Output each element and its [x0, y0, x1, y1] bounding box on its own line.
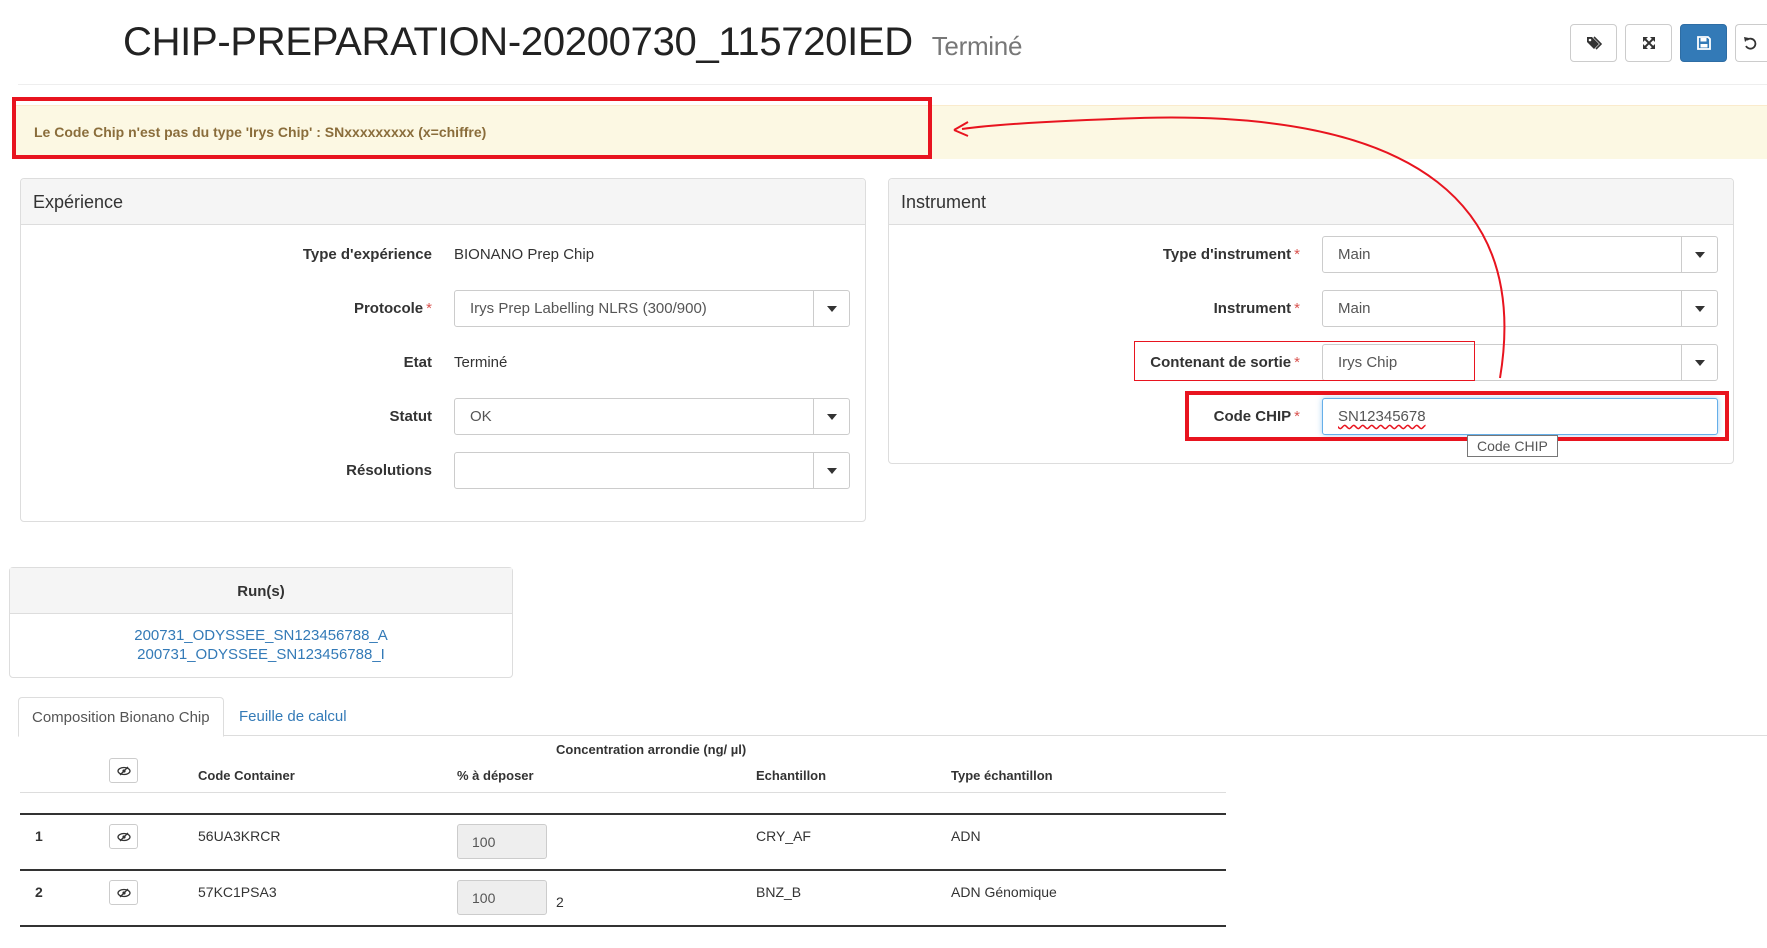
- col-header-code-container: Code Container: [198, 768, 295, 783]
- row-code-container: 57KC1PSA3: [198, 884, 277, 900]
- chip-code-tooltip: Code CHIP: [1467, 435, 1558, 457]
- state-value: Terminé: [454, 354, 508, 371]
- experience-type-value: BIONANO Prep Chip: [454, 246, 595, 263]
- row-index: 1: [35, 828, 43, 844]
- instrument-type-dropdown-toggle[interactable]: [1681, 237, 1717, 272]
- chevron-down-icon: [1694, 359, 1705, 366]
- chevron-down-icon: [1694, 251, 1705, 258]
- experience-panel-heading: Expérience: [21, 179, 865, 225]
- row-percent-input[interactable]: 100: [457, 824, 547, 859]
- row-sample: BNZ_B: [756, 884, 802, 900]
- instrument-select[interactable]: Main: [1322, 290, 1718, 327]
- row-percent-value: 100: [472, 890, 496, 906]
- toggle-visibility-button[interactable]: [109, 758, 138, 783]
- toolbar: [1570, 24, 1767, 62]
- undo-button[interactable]: [1735, 24, 1767, 62]
- save-icon: [1696, 36, 1711, 50]
- experience-type-label: Type d'expérience: [302, 246, 432, 263]
- resolutions-select[interactable]: [454, 452, 850, 489]
- tab-bar: Composition Bionano Chip Feuille de calc…: [18, 697, 1767, 737]
- chip-code-highlight-box: [1185, 391, 1729, 441]
- status-select-value: OK: [470, 408, 492, 425]
- page-title-text: CHIP-PREPARATION-20200730_115720IED: [123, 20, 913, 64]
- runs-panel: Run(s) 200731_ODYSSEE_SN123456788_A 2007…: [9, 567, 513, 678]
- row-percent-value: 100: [472, 834, 496, 850]
- row-sample-type: ADN Génomique: [951, 884, 1057, 900]
- resolutions-dropdown-toggle[interactable]: [813, 453, 849, 488]
- row-sample-type: ADN: [951, 828, 981, 844]
- chevron-down-icon: [826, 305, 837, 312]
- col-header-percent: % à déposer: [457, 768, 534, 783]
- instrument-type-value: Main: [1338, 246, 1371, 263]
- instrument-type-select[interactable]: Main: [1322, 236, 1718, 273]
- row-visibility-button[interactable]: [109, 824, 138, 849]
- state-label: Etat: [403, 354, 432, 371]
- row-visibility-button[interactable]: [109, 880, 138, 905]
- run-link-i[interactable]: 200731_ODYSSEE_SN123456788_I: [10, 645, 512, 664]
- col-header-sample-type: Type échantillon: [951, 768, 1053, 783]
- chevron-down-icon: [826, 467, 837, 474]
- table-row-divider: [20, 925, 1226, 927]
- save-button[interactable]: [1680, 24, 1727, 62]
- row-concentration: 2: [556, 894, 564, 910]
- output-container-highlight-box: [1134, 341, 1475, 381]
- table-header-rule: [20, 792, 1226, 793]
- col-header-concentration: Concentration arrondie (ng/ µl): [556, 742, 747, 757]
- instrument-panel-heading: Instrument: [889, 179, 1733, 225]
- table-row-divider: [20, 813, 1226, 815]
- fullscreen-button[interactable]: [1625, 24, 1672, 62]
- tab-calculation-sheet[interactable]: Feuille de calcul: [226, 697, 360, 737]
- resolutions-label: Résolutions: [346, 462, 432, 479]
- instrument-value: Main: [1338, 300, 1371, 317]
- page-state-label: Terminé: [931, 31, 1023, 61]
- undo-icon: [1744, 37, 1757, 50]
- tags-icon: [1586, 36, 1602, 50]
- row-code-container: 56UA3KRCR: [198, 828, 281, 844]
- row-index: 2: [35, 884, 43, 900]
- protocol-select[interactable]: Irys Prep Labelling NLRS (300/900): [454, 290, 850, 327]
- protocol-dropdown-toggle[interactable]: [813, 291, 849, 326]
- row-percent-input[interactable]: 100: [457, 880, 547, 915]
- col-header-sample: Echantillon: [756, 768, 827, 783]
- chevron-down-icon: [826, 413, 837, 420]
- table-row-divider: [20, 869, 1226, 871]
- alert-highlight-box: [12, 97, 932, 159]
- output-container-dropdown-toggle[interactable]: [1681, 345, 1717, 380]
- tags-button[interactable]: [1570, 24, 1617, 62]
- run-link-a[interactable]: 200731_ODYSSEE_SN123456788_A: [10, 626, 512, 645]
- header-divider: [18, 84, 1767, 85]
- protocol-select-value: Irys Prep Labelling NLRS (300/900): [470, 300, 707, 317]
- row-sample: CRY_AF: [756, 828, 811, 844]
- fullscreen-icon: [1642, 37, 1655, 49]
- instrument-type-label: Type d'instrument *: [1162, 246, 1300, 263]
- eye-slash-icon: [116, 832, 131, 841]
- instrument-dropdown-toggle[interactable]: [1681, 291, 1717, 326]
- status-select[interactable]: OK: [454, 398, 850, 435]
- chevron-down-icon: [1694, 305, 1705, 312]
- page-title: CHIP-PREPARATION-20200730_115720IED Term…: [123, 20, 1022, 65]
- status-label: Statut: [389, 408, 433, 425]
- eye-slash-icon: [116, 766, 131, 775]
- eye-slash-icon: [116, 888, 131, 897]
- protocol-label: Protocole *: [353, 300, 432, 317]
- instrument-label: Instrument *: [1213, 300, 1300, 317]
- status-dropdown-toggle[interactable]: [813, 399, 849, 434]
- tab-composition-bionano-chip[interactable]: Composition Bionano Chip: [18, 697, 224, 737]
- runs-heading: Run(s): [10, 568, 512, 614]
